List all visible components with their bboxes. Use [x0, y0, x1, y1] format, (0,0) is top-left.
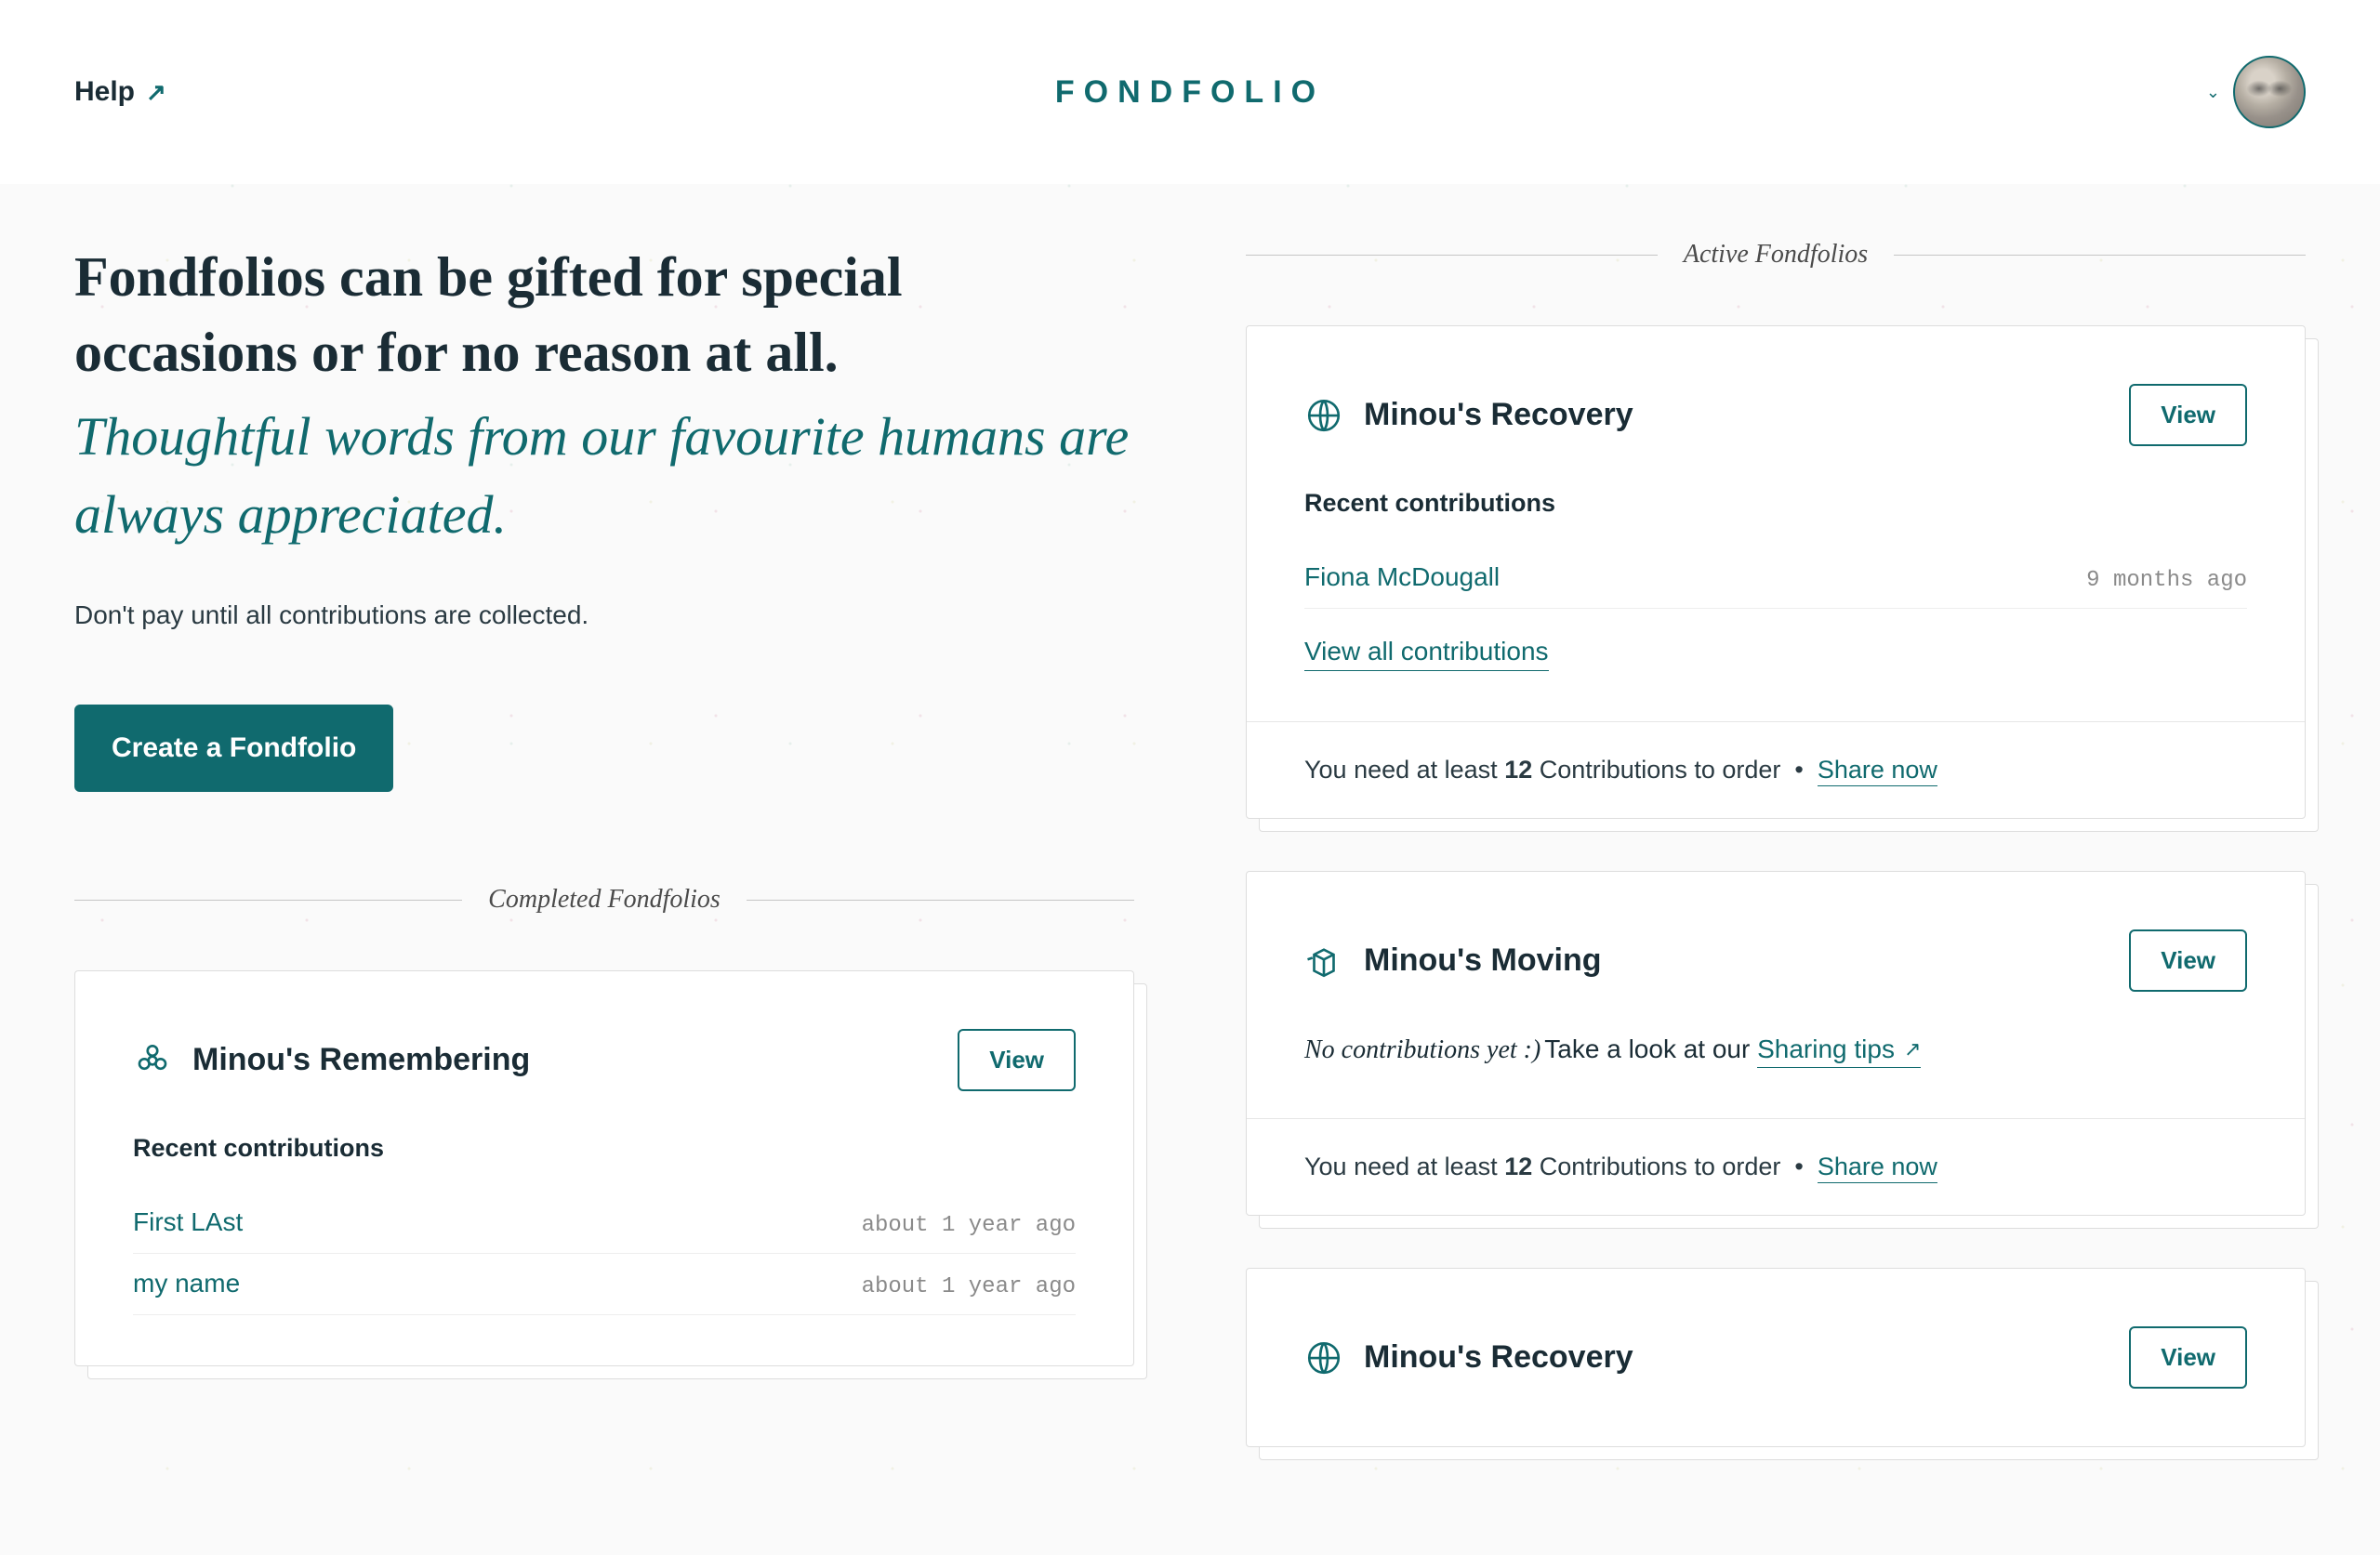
contribution-row: First LAst about 1 year ago — [133, 1193, 1076, 1254]
view-button[interactable]: View — [958, 1029, 1076, 1091]
card: Minou's Moving View No contributions yet… — [1246, 871, 2306, 1216]
card-body: Minou's Recovery View — [1247, 1269, 2305, 1446]
contribution-time: 9 months ago — [2086, 568, 2247, 593]
card-title: Minou's Remembering — [192, 1042, 530, 1078]
card-title: Minou's Recovery — [1364, 1339, 1633, 1376]
contributor-name[interactable]: Fiona McDougall — [1304, 562, 1500, 592]
need-suffix: Contributions to order — [1532, 756, 1780, 784]
view-button[interactable]: View — [2129, 929, 2247, 992]
view-all-contributions-link[interactable]: View all contributions — [1304, 637, 1549, 671]
globe-icon — [1304, 1338, 1343, 1377]
active-card: Minou's Recovery View Recent contributio… — [1246, 325, 2306, 819]
help-link[interactable]: Help ↗ — [74, 76, 166, 108]
recent-contributions-label: Recent contributions — [1304, 489, 2247, 518]
globe-icon — [1304, 396, 1343, 435]
min-count: 12 — [1504, 1153, 1532, 1180]
recent-contributions-label: Recent contributions — [133, 1134, 1076, 1163]
card-title-wrap: Minou's Moving — [1304, 942, 1602, 981]
left-column: Fondfolios can be gifted for special occ… — [74, 240, 1134, 1499]
hero-note: Don't pay until all contributions are co… — [74, 600, 1134, 630]
contribution-time: about 1 year ago — [862, 1213, 1076, 1238]
card: Minou's Recovery View Recent contributio… — [1246, 325, 2306, 819]
main-content: Fondfolios can be gifted for special occ… — [0, 184, 2380, 1555]
card-head: Minou's Recovery View — [1304, 384, 2247, 446]
avatar — [2233, 56, 2306, 128]
no-contributions-text: No contributions yet :) — [1304, 1035, 1540, 1064]
completed-card: Minou's Remembering View Recent contribu… — [74, 970, 1134, 1366]
view-button[interactable]: View — [2129, 384, 2247, 446]
active-section-divider: Active Fondfolios — [1246, 240, 2306, 270]
view-button[interactable]: View — [2129, 1326, 2247, 1389]
take-look-text: Take a look at our — [1544, 1034, 1757, 1063]
card: Minou's Recovery View — [1246, 1268, 2306, 1447]
external-link-icon: ↗ — [1904, 1037, 1921, 1061]
card: Minou's Remembering View Recent contribu… — [74, 970, 1134, 1366]
chevron-down-icon: ⌄ — [2206, 83, 2220, 102]
card-title-wrap: Minou's Recovery — [1304, 1338, 1633, 1377]
card-head: Minou's Moving View — [1304, 929, 2247, 992]
share-now-link[interactable]: Share now — [1818, 1153, 1937, 1183]
need-prefix: You need at least — [1304, 1153, 1504, 1180]
completed-section-label: Completed Fondfolios — [462, 885, 747, 915]
card-title: Minou's Moving — [1364, 942, 1602, 979]
contribution-row: Fiona McDougall 9 months ago — [1304, 547, 2247, 609]
contributor-name[interactable]: First LAst — [133, 1207, 243, 1237]
card-footer: You need at least 12 Contributions to or… — [1247, 1118, 2305, 1215]
completed-section-divider: Completed Fondfolios — [74, 885, 1134, 915]
card-body: Minou's Recovery View Recent contributio… — [1247, 326, 2305, 721]
sharing-tips-link[interactable]: Sharing tips ↗ — [1757, 1034, 1921, 1068]
card-body: Minou's Remembering View Recent contribu… — [75, 971, 1133, 1365]
sharing-tips-label: Sharing tips — [1757, 1034, 1895, 1064]
right-column: Active Fondfolios Min — [1246, 240, 2306, 1499]
contributor-name[interactable]: my name — [133, 1269, 240, 1298]
card-title: Minou's Recovery — [1364, 397, 1633, 433]
header: Help ↗ FONDFOLIO ⌄ — [0, 0, 2380, 184]
card-head: Minou's Remembering View — [133, 1029, 1076, 1091]
user-menu[interactable]: ⌄ — [2206, 56, 2306, 128]
external-link-icon: ↗ — [146, 78, 166, 107]
hero-subtitle: Thoughtful words from our favourite huma… — [74, 398, 1134, 554]
contribution-time: about 1 year ago — [862, 1274, 1076, 1299]
logo[interactable]: FONDFOLIO — [1055, 74, 1325, 111]
card-footer: You need at least 12 Contributions to or… — [1247, 721, 2305, 818]
help-label: Help — [74, 76, 135, 108]
flower-icon — [133, 1041, 172, 1080]
share-now-link[interactable]: Share now — [1818, 756, 1937, 786]
card-body: Minou's Moving View No contributions yet… — [1247, 872, 2305, 1118]
need-prefix: You need at least — [1304, 756, 1504, 784]
card-title-wrap: Minou's Remembering — [133, 1041, 530, 1080]
need-suffix: Contributions to order — [1532, 1153, 1780, 1180]
create-fondfolio-button[interactable]: Create a Fondfolio — [74, 705, 393, 792]
no-contributions-row: No contributions yet :) Take a look at o… — [1304, 1034, 2247, 1068]
min-count: 12 — [1504, 756, 1532, 784]
contribution-row: my name about 1 year ago — [133, 1254, 1076, 1315]
card-title-wrap: Minou's Recovery — [1304, 396, 1633, 435]
card-head: Minou's Recovery View — [1304, 1326, 2247, 1389]
hero-title: Fondfolios can be gifted for special occ… — [74, 240, 1134, 390]
active-section-label: Active Fondfolios — [1658, 240, 1894, 270]
moving-box-icon — [1304, 942, 1343, 981]
active-card: Minou's Recovery View — [1246, 1268, 2306, 1447]
active-card: Minou's Moving View No contributions yet… — [1246, 871, 2306, 1216]
